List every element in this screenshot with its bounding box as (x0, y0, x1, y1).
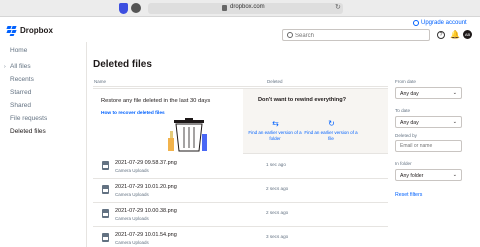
sidebar-item-recents[interactable]: Recents (10, 76, 34, 83)
extension-icon[interactable] (131, 3, 141, 13)
sidebar-item-file-requests[interactable]: File requests (10, 115, 47, 122)
search-box[interactable] (282, 29, 430, 41)
file-name[interactable]: 2021-07-29 10.01.54.png (115, 232, 177, 238)
table-row[interactable]: 2021-07-29 10.00.38.png Camera Uploads 2… (93, 203, 388, 227)
deleted-time: 1 sec ago (266, 162, 286, 167)
header-divider (93, 86, 388, 87)
deleted-time: 2 secs ago (266, 210, 289, 215)
file-path: Camera Uploads (115, 216, 149, 221)
upgrade-icon (413, 20, 419, 26)
avatar[interactable]: AB (463, 30, 472, 39)
in-folder-label: In folder (395, 161, 412, 166)
url-text[interactable]: dropbox.com (230, 4, 265, 10)
reset-filters-link[interactable]: Reset filters (395, 192, 422, 198)
sidebar-item-starred[interactable]: Starred (10, 89, 31, 96)
chevron-down-icon: ⌄ (452, 172, 457, 178)
file-path: Camera Uploads (115, 192, 149, 197)
find-file-version-link[interactable]: Find an earlier version of a file (302, 130, 360, 142)
image-file-icon (102, 233, 109, 242)
from-date-select[interactable]: Any day ⌄ (395, 87, 462, 99)
file-name[interactable]: 2021-07-29 09.58.37.png (115, 160, 177, 166)
table-row[interactable]: 2021-07-29 10.01.20.png Camera Uploads 2… (93, 179, 388, 203)
trash-can-illustration-icon (168, 118, 207, 152)
file-name[interactable]: 2021-07-29 10.00.38.png (115, 208, 177, 214)
image-file-icon (102, 209, 109, 218)
file-path: Camera Uploads (115, 168, 149, 173)
table-row[interactable]: 2021-07-29 10.01.54.png Camera Uploads 3… (93, 227, 388, 247)
shield-icon[interactable] (119, 3, 128, 14)
sidebar-divider (86, 42, 87, 247)
table-row[interactable]: 2021-07-29 09.58.37.png Camera Uploads 1… (93, 155, 388, 179)
recover-files-link[interactable]: How to recover deleted files (101, 111, 165, 116)
lock-icon (222, 5, 227, 11)
page-title: Deleted files (93, 59, 152, 70)
search-icon (287, 32, 293, 38)
browser-toolbar: dropbox.com ↻ (0, 0, 480, 17)
deleted-by-input[interactable] (395, 140, 462, 152)
to-date-value: Any day (400, 120, 419, 126)
bell-icon[interactable]: 🔔 (450, 30, 460, 39)
file-name[interactable]: 2021-07-29 10.01.20.png (115, 184, 177, 190)
deleted-time: 2 secs ago (266, 186, 289, 191)
in-folder-select[interactable]: Any folder ⌄ (395, 169, 462, 181)
image-file-icon (102, 185, 109, 194)
deleted-by-label: Deleted by (395, 133, 417, 138)
sidebar-item-deleted-files[interactable]: Deleted files (10, 128, 46, 135)
image-file-icon (102, 161, 109, 170)
promo-title: Restore any file deleted in the last 30 … (101, 98, 211, 104)
promo-left-panel: Restore any file deleted in the last 30 … (93, 89, 243, 155)
search-input[interactable] (295, 31, 425, 40)
column-header-name[interactable]: Name (94, 79, 106, 84)
sidebar-item-shared[interactable]: Shared (10, 102, 31, 109)
rewind-title: Don't want to rewind everything? (258, 97, 347, 103)
reload-icon[interactable]: ↻ (335, 4, 341, 12)
file-rewind-icon[interactable]: ↻ (327, 119, 336, 128)
help-icon[interactable]: ? (437, 31, 445, 39)
folder-rewind-icon[interactable]: ⇆ (271, 119, 280, 128)
from-date-label: From date (395, 79, 416, 84)
chevron-down-icon: ⌄ (452, 90, 457, 96)
to-date-select[interactable]: Any day ⌄ (395, 116, 462, 128)
brand-name[interactable]: Dropbox (20, 26, 53, 35)
sidebar-item-home[interactable]: Home (10, 47, 27, 54)
chevron-right-icon[interactable]: › (4, 64, 6, 70)
in-folder-value: Any folder (400, 173, 424, 179)
file-path: Camera Uploads (115, 240, 149, 245)
dropbox-logo-icon[interactable] (6, 26, 17, 36)
chevron-down-icon: ⌄ (452, 119, 457, 125)
to-date-label: To date (395, 108, 411, 113)
find-folder-version-link[interactable]: Find an earlier version of a folder (246, 130, 304, 142)
upgrade-account-link[interactable]: Upgrade account (421, 20, 467, 26)
column-header-deleted[interactable]: Deleted (267, 79, 283, 84)
deleted-time: 3 secs ago (266, 234, 289, 239)
sidebar-item-all-files[interactable]: All files (10, 63, 31, 70)
restore-promo-banner: Restore any file deleted in the last 30 … (93, 88, 388, 155)
from-date-value: Any day (400, 91, 419, 97)
